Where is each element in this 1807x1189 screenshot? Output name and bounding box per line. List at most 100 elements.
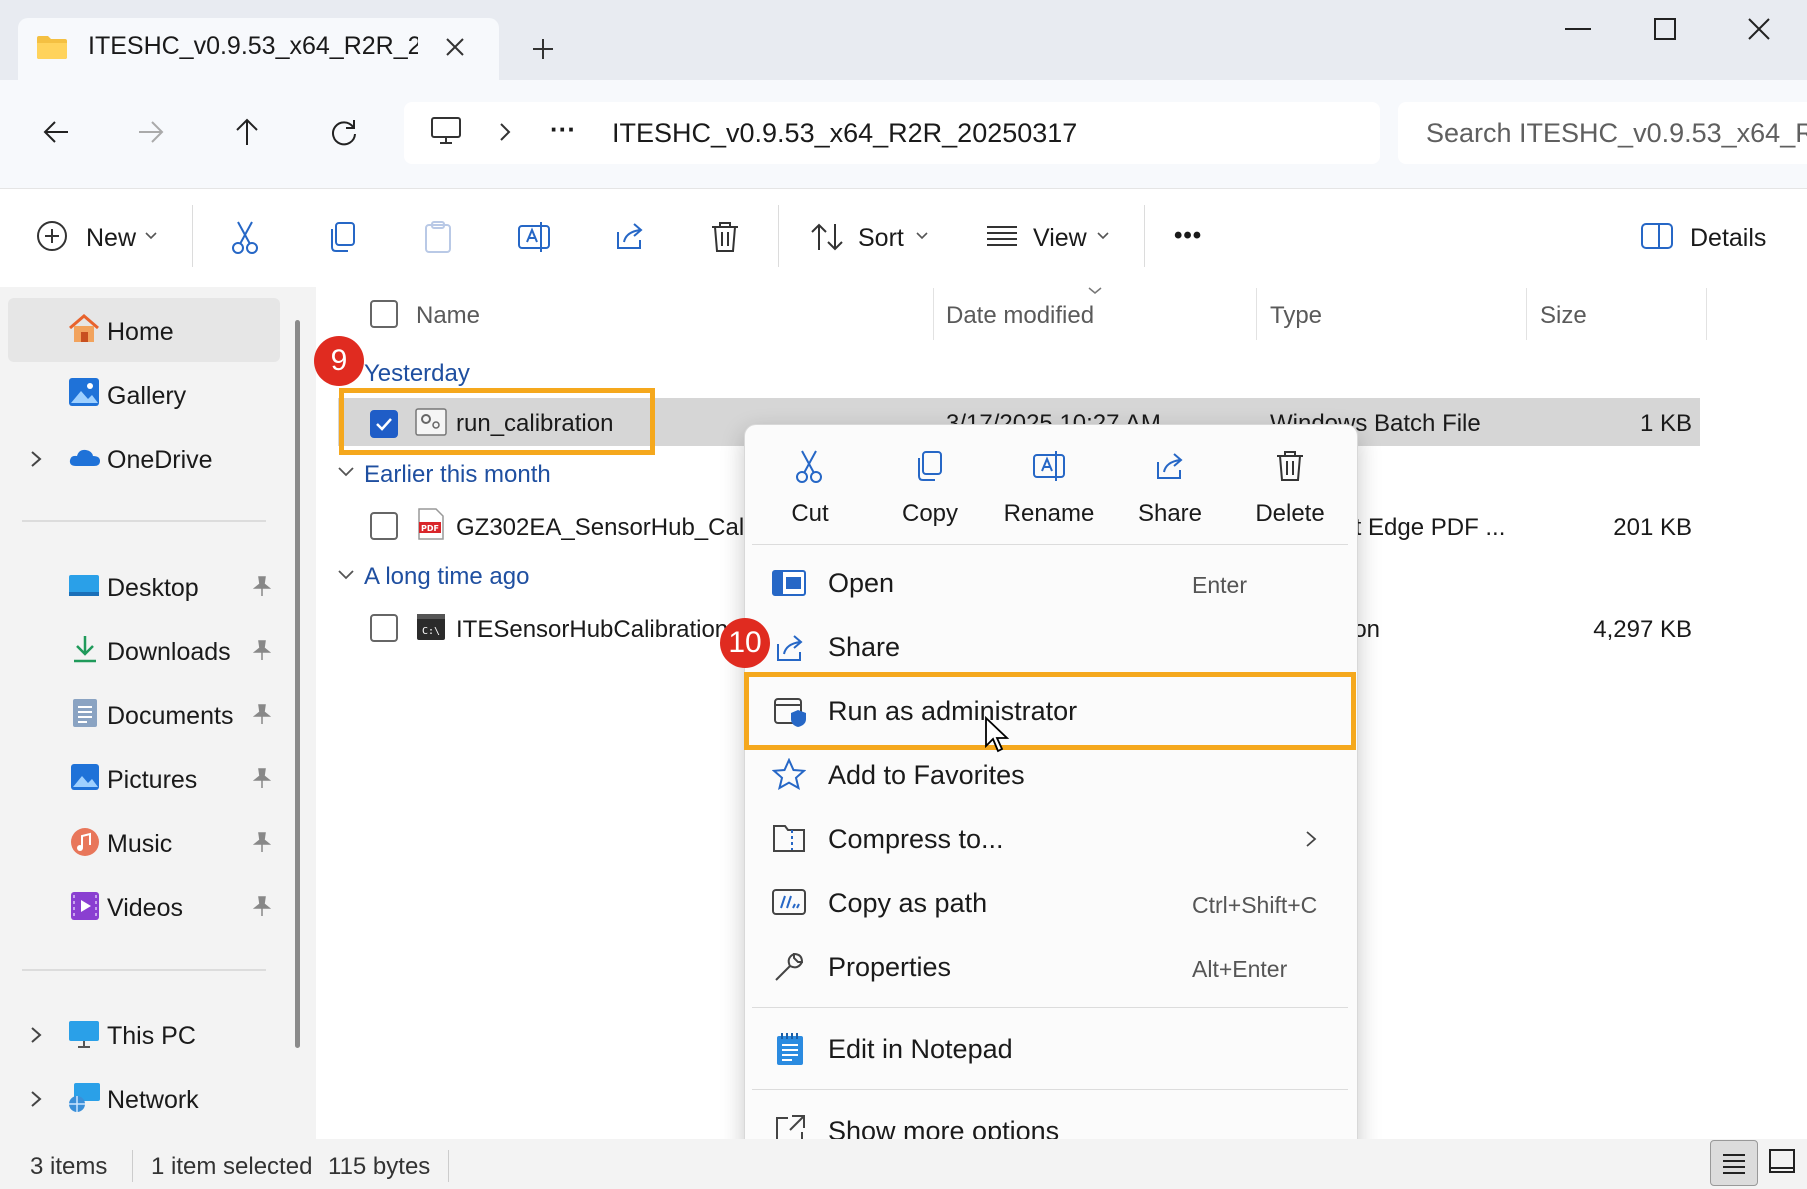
context-cut-button[interactable]: Cut: [755, 500, 865, 528]
copy-icon[interactable]: [327, 221, 357, 253]
window-close-icon[interactable]: [1747, 17, 1771, 41]
rename-icon[interactable]: [1032, 449, 1066, 483]
new-button[interactable]: New: [86, 224, 136, 253]
pictures-icon: [70, 763, 100, 791]
column-divider[interactable]: [1256, 288, 1257, 340]
chevron-right-icon[interactable]: [498, 122, 512, 142]
sidebar-item-videos[interactable]: Videos: [107, 894, 183, 923]
details-pane-icon[interactable]: [1640, 222, 1674, 250]
expand-chevron-icon[interactable]: [30, 1090, 42, 1108]
copy-icon[interactable]: [914, 450, 944, 482]
group-header-a-long-time-ago[interactable]: A long time ago: [364, 563, 529, 591]
sidebar-item-gallery[interactable]: Gallery: [107, 382, 186, 411]
toolbar-divider: [192, 205, 193, 267]
row-checkbox[interactable]: [370, 614, 398, 642]
shortcut-open: Enter: [1192, 572, 1247, 598]
sidebar-item-this-pc[interactable]: This PC: [107, 1022, 196, 1051]
menu-item-share[interactable]: Share: [828, 632, 900, 663]
sidebar-item-home[interactable]: Home: [107, 318, 174, 347]
file-name[interactable]: GZ302EA_SensorHub_Calib: [456, 514, 763, 542]
back-icon[interactable]: [42, 118, 70, 146]
sidebar-scrollbar[interactable]: [295, 320, 300, 1048]
sidebar-item-onedrive[interactable]: OneDrive: [107, 446, 213, 475]
share-icon[interactable]: [1154, 450, 1186, 482]
downloads-icon: [72, 634, 98, 664]
breadcrumb-overflow-button[interactable]: ···: [550, 114, 576, 145]
expand-chevron-icon[interactable]: [30, 1026, 42, 1044]
column-header-size[interactable]: Size: [1540, 302, 1587, 330]
context-delete-button[interactable]: Delete: [1235, 500, 1345, 528]
file-size: 1 KB: [1639, 410, 1692, 437]
paste-icon[interactable]: [423, 220, 453, 254]
file-name[interactable]: ITESensorHubCalibration: [456, 616, 728, 644]
star-icon: [772, 758, 806, 790]
share-icon[interactable]: [614, 220, 646, 252]
menu-item-edit-in-notepad[interactable]: Edit in Notepad: [828, 1034, 1013, 1065]
column-divider[interactable]: [1706, 288, 1707, 340]
up-icon[interactable]: [233, 117, 261, 147]
refresh-icon[interactable]: [330, 118, 358, 146]
sidebar-item-network[interactable]: Network: [107, 1086, 199, 1115]
rename-icon[interactable]: [517, 220, 551, 254]
details-view-button[interactable]: [1710, 1140, 1758, 1186]
close-icon[interactable]: [444, 36, 466, 58]
menu-item-add-to-favorites[interactable]: Add to Favorites: [828, 760, 1025, 791]
network-icon: [68, 1082, 102, 1114]
select-all-checkbox[interactable]: [370, 300, 398, 328]
group-header-yesterday[interactable]: Yesterday: [364, 360, 470, 388]
copy-path-icon: [772, 888, 806, 916]
column-divider[interactable]: [933, 288, 934, 340]
console-app-icon: C:\: [416, 613, 446, 641]
view-icon[interactable]: [986, 225, 1018, 247]
menu-divider: [752, 1007, 1348, 1008]
details-button[interactable]: Details: [1690, 224, 1766, 253]
menu-divider: [752, 1089, 1348, 1090]
tiles-view-button[interactable]: [1762, 1140, 1802, 1184]
sort-button[interactable]: Sort: [858, 224, 904, 253]
context-rename-button[interactable]: Rename: [994, 500, 1104, 528]
menu-item-compress-to[interactable]: Compress to...: [828, 824, 1004, 855]
sidebar-item-music[interactable]: Music: [107, 830, 172, 859]
tiles-view-icon: [1769, 1149, 1795, 1173]
new-icon[interactable]: [36, 220, 68, 252]
pin-icon: [252, 703, 272, 725]
row-checkbox[interactable]: [370, 512, 398, 540]
breadcrumb-path[interactable]: ITESHC_v0.9.53_x64_R2R_20250317: [612, 118, 1077, 149]
menu-item-open[interactable]: Open: [828, 568, 894, 599]
expand-chevron-icon[interactable]: [30, 450, 42, 468]
sidebar-item-documents[interactable]: Documents: [107, 702, 233, 731]
collapse-chevron-icon[interactable]: [338, 467, 354, 477]
minimize-icon[interactable]: [1565, 27, 1591, 31]
cut-icon[interactable]: [230, 220, 260, 254]
maximize-icon[interactable]: [1654, 18, 1676, 40]
column-header-date[interactable]: Date modified: [946, 302, 1094, 330]
view-button[interactable]: View: [1033, 224, 1087, 253]
step-badge-9: 9: [314, 336, 364, 386]
details-view-icon: [1723, 1154, 1745, 1174]
column-header-type[interactable]: Type: [1270, 302, 1322, 330]
context-share-button[interactable]: Share: [1115, 500, 1225, 528]
sort-icon[interactable]: [810, 222, 844, 252]
plus-icon[interactable]: [531, 37, 555, 61]
chevron-down-icon[interactable]: [1097, 232, 1109, 240]
context-copy-button[interactable]: Copy: [875, 500, 985, 528]
chevron-down-icon[interactable]: [916, 232, 928, 240]
column-divider[interactable]: [1526, 288, 1527, 340]
sidebar-item-desktop[interactable]: Desktop: [107, 574, 199, 603]
more-options-button[interactable]: •••: [1174, 222, 1202, 250]
collapse-chevron-icon[interactable]: [338, 570, 354, 580]
file-type: ft Edge PDF ...: [1348, 514, 1506, 541]
chevron-right-icon: [1305, 830, 1317, 848]
forward-icon[interactable]: [137, 118, 165, 146]
sidebar-item-downloads[interactable]: Downloads: [107, 638, 231, 667]
delete-icon[interactable]: [1275, 449, 1305, 483]
menu-item-copy-as-path[interactable]: Copy as path: [828, 888, 987, 919]
sidebar-item-pictures[interactable]: Pictures: [107, 766, 197, 795]
cut-icon[interactable]: [794, 449, 824, 483]
search-input[interactable]: Search ITESHC_v0.9.53_x64_R2R_20250317: [1398, 102, 1807, 164]
column-header-name[interactable]: Name: [416, 302, 480, 330]
chevron-down-icon[interactable]: [145, 232, 157, 240]
delete-icon[interactable]: [710, 220, 740, 254]
group-header-earlier-this-month[interactable]: Earlier this month: [364, 461, 551, 489]
menu-item-properties[interactable]: Properties: [828, 952, 951, 983]
